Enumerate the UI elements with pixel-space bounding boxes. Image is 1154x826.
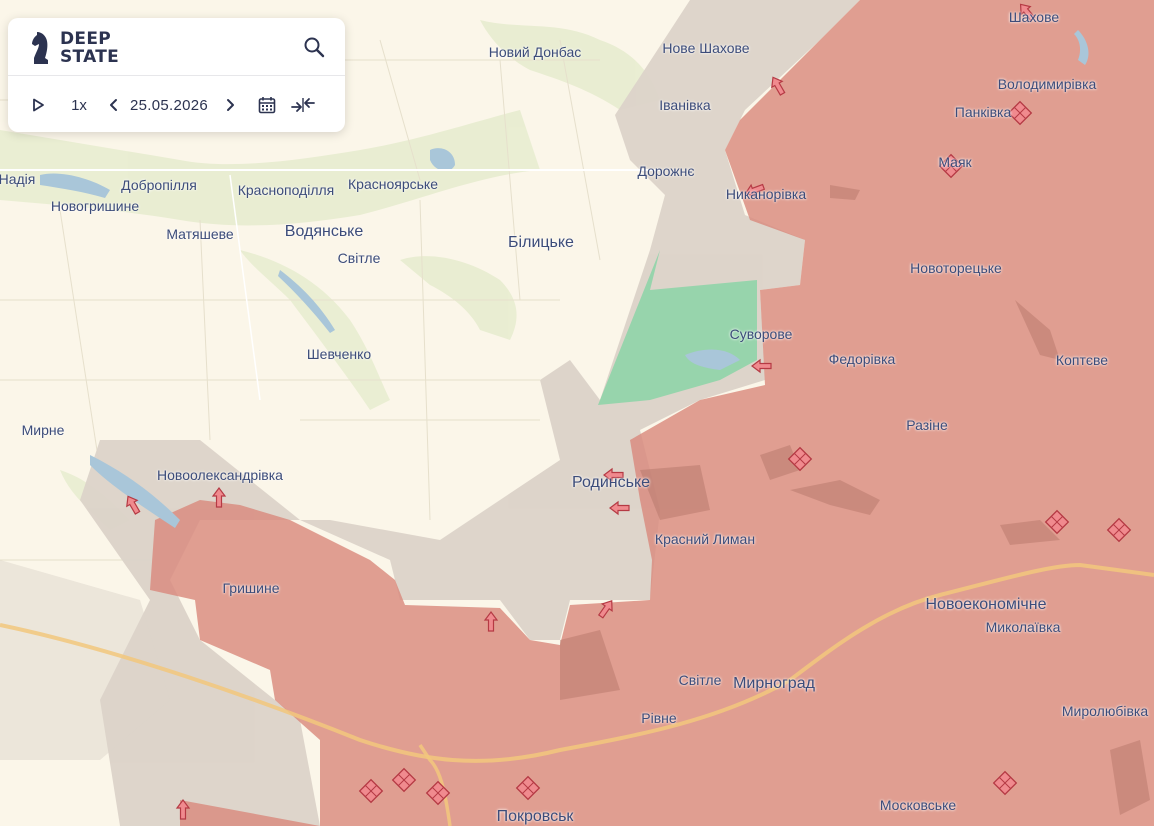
place-label: Добропілля bbox=[121, 177, 197, 193]
place-label: Коптєве bbox=[1055, 352, 1109, 368]
play-button[interactable] bbox=[30, 90, 46, 120]
calendar-button[interactable] bbox=[256, 90, 278, 120]
place-label: Матяшеве bbox=[166, 226, 234, 242]
place-label: Мирноград bbox=[733, 675, 815, 692]
place-label: Миролюбівка bbox=[1061, 703, 1149, 719]
place-label: Володимирівка bbox=[997, 76, 1097, 92]
place-label: Миколаївка bbox=[985, 619, 1061, 635]
place-label: Білицьке bbox=[508, 234, 574, 251]
place-label: Дорожнє bbox=[637, 163, 695, 179]
place-label: Іванівка bbox=[659, 97, 711, 113]
place-label: Світле bbox=[337, 250, 381, 266]
place-label: Водянське bbox=[284, 223, 364, 240]
place-label: Красноярське bbox=[348, 176, 438, 192]
place-label: Шахове bbox=[1008, 9, 1060, 25]
place-label: Мирне bbox=[21, 422, 65, 438]
place-label: Федорівка bbox=[828, 351, 896, 367]
brand-line-1: DEEP bbox=[60, 29, 111, 49]
compare-button[interactable] bbox=[290, 90, 316, 120]
place-label: Родинське bbox=[571, 474, 651, 491]
compare-arrows-icon bbox=[291, 98, 315, 112]
place-label: Суворове bbox=[729, 326, 793, 342]
place-label: Разіне bbox=[906, 417, 948, 433]
place-label: Гришине bbox=[222, 580, 280, 596]
place-label: Рівне bbox=[641, 710, 677, 726]
place-label: Никанорівка bbox=[725, 186, 807, 202]
date-display[interactable]: 25.05.2026 bbox=[130, 90, 218, 120]
place-label: Красний Лиман bbox=[654, 531, 756, 547]
place-label: Новоолександрівка bbox=[157, 467, 283, 483]
chevron-right-icon bbox=[227, 99, 234, 111]
panel-divider bbox=[8, 75, 345, 76]
place-label: Панківка bbox=[954, 104, 1012, 120]
place-label: Красноподілля bbox=[237, 182, 335, 198]
place-label: Московське bbox=[879, 797, 957, 813]
knight-chess-icon bbox=[32, 32, 48, 64]
place-label: Шевченко bbox=[306, 346, 372, 362]
control-panel: DEEP STATE 1x 25.05.2026 bbox=[8, 18, 345, 132]
brand-line-2: STATE bbox=[60, 47, 120, 67]
previous-date-button[interactable] bbox=[106, 90, 122, 120]
play-icon bbox=[33, 98, 44, 112]
place-label: Новий Донбас bbox=[488, 44, 582, 60]
place-label: Новогришине bbox=[50, 198, 140, 214]
timeline-controls: 1x 25.05.2026 bbox=[30, 88, 327, 122]
place-label: Світле bbox=[678, 672, 722, 688]
search-icon bbox=[304, 37, 325, 58]
search-button[interactable] bbox=[303, 36, 325, 58]
place-label: Маяк bbox=[938, 154, 972, 170]
place-label: Новоторецьке bbox=[910, 260, 1002, 276]
brand-logo[interactable]: DEEP STATE bbox=[30, 28, 119, 68]
next-date-button[interactable] bbox=[222, 90, 238, 120]
speed-toggle[interactable]: 1x bbox=[64, 90, 94, 120]
place-label: Надія bbox=[0, 171, 36, 187]
brand-wordmark: DEEP STATE bbox=[60, 30, 119, 66]
place-label: Покровськ bbox=[496, 808, 574, 825]
place-label: Новоекономічне bbox=[925, 596, 1047, 613]
place-label: Нове Шахове bbox=[662, 40, 750, 56]
chevron-left-icon bbox=[110, 99, 117, 111]
calendar-icon bbox=[258, 97, 276, 114]
